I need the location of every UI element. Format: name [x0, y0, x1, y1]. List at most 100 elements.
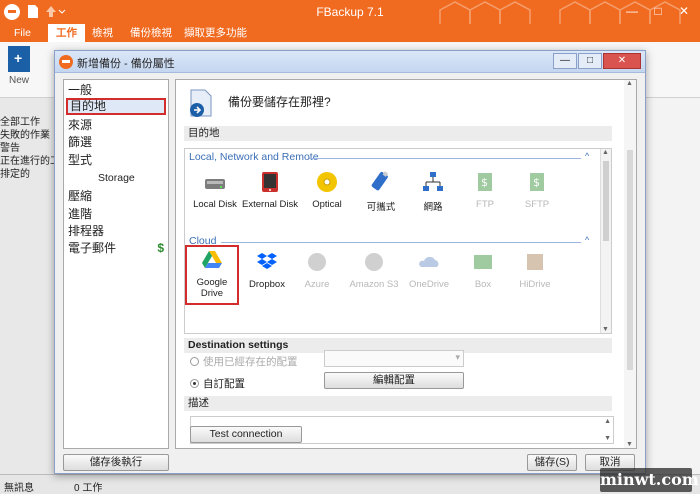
menu-view[interactable]: 檢視 [84, 24, 121, 42]
svg-text:$: $ [481, 176, 488, 189]
radio-label: 使用已經存在的配置 [203, 356, 298, 368]
dest-portable[interactable]: 可攜式 [353, 169, 409, 221]
edit-config-button[interactable]: 編輯配置 [324, 372, 464, 389]
save-button[interactable]: 儲存(S) [527, 454, 577, 471]
dest-label: Dropbox [249, 279, 285, 290]
dest-amazon-s3[interactable]: Amazon S3 [341, 249, 407, 301]
nav-filter[interactable]: 篩選 [68, 134, 166, 151]
azure-icon [308, 253, 326, 271]
google-drive-icon [202, 251, 222, 268]
dest-label: 網路 [423, 202, 443, 213]
dest-local-disk[interactable]: Local Disk [187, 169, 243, 221]
filter-warnings[interactable]: 警告 [0, 142, 54, 155]
nav-advanced[interactable]: 進階 [68, 206, 166, 223]
local-disk-icon [205, 179, 225, 189]
dest-google-drive[interactable]: Google Drive [185, 245, 239, 305]
filter-scheduled[interactable]: 排定的 [0, 168, 54, 181]
optical-disc-icon [317, 172, 337, 192]
collapse-cloud-icon[interactable]: ^ [585, 235, 589, 245]
network-icon [423, 172, 443, 191]
radio-circle-icon [190, 357, 199, 366]
usb-drive-icon [371, 171, 389, 191]
dialog-maximize-button[interactable]: □ [578, 53, 602, 69]
box-icon [474, 255, 492, 269]
radio-custom-config[interactable]: 自訂配置 [190, 376, 245, 391]
dialog-titlebar: 新增備份 - 備份屬性 — □ ✕ [55, 51, 645, 73]
destination-question-icon [190, 89, 212, 117]
scroll-up-icon[interactable]: ▲ [602, 149, 609, 156]
dest-ftp[interactable]: $ FTP [457, 169, 513, 221]
filter-failed-jobs[interactable]: 失敗的作業 [0, 129, 54, 142]
menu-bar: File 工作 檢視 備份檢視 擷取更多功能 [0, 24, 700, 42]
dest-optical[interactable]: Optical [299, 169, 355, 221]
dest-external-disk[interactable]: External Disk [239, 169, 301, 221]
save-and-run-button[interactable]: 儲存後執行 [63, 454, 169, 471]
dialog-window-controls: — □ ✕ [553, 53, 641, 69]
radio-use-existing-config[interactable]: 使用已經存在的配置 [190, 354, 298, 369]
minimize-button[interactable]: — [620, 2, 644, 20]
app-titlebar: FBackup 7.1 — □ ✕ [0, 0, 700, 24]
destination-question: 備份要儲存在那裡? [228, 95, 331, 109]
nav-compression[interactable]: 壓縮 [68, 188, 166, 205]
nav-scheduler[interactable]: 排程器 [68, 223, 166, 240]
existing-config-select[interactable] [324, 350, 464, 367]
scroll-up-icon[interactable]: ▲ [604, 418, 611, 425]
external-disk-icon [262, 172, 278, 192]
scroll-down-icon[interactable]: ▼ [604, 435, 611, 442]
dest-onedrive[interactable]: OneDrive [401, 249, 457, 301]
dest-hidrive[interactable]: HiDrive [507, 249, 563, 301]
dest-label: OneDrive [408, 279, 450, 290]
dialog-minimize-button[interactable]: — [553, 53, 577, 69]
filter-all-jobs[interactable]: 全部工作 [0, 116, 54, 129]
dest-label: External Disk [242, 199, 298, 210]
dialog-close-button[interactable]: ✕ [603, 53, 641, 69]
maximize-button[interactable]: □ [646, 2, 670, 20]
nav-general[interactable]: 一般 [68, 82, 166, 99]
dest-label: Local Disk [193, 199, 237, 210]
new-button-label: New [8, 75, 29, 86]
dest-azure[interactable]: Azure [289, 249, 345, 301]
nav-type[interactable]: 型式 [68, 152, 166, 169]
destination-page: 備份要儲存在那裡? 目的地 Local, Network and Remote … [175, 79, 637, 449]
filter-running-jobs[interactable]: 正在進行的工作 [0, 155, 54, 168]
menu-get-more-features[interactable]: 擷取更多功能 [176, 24, 255, 42]
svg-text:$: $ [533, 176, 540, 189]
menu-jobs[interactable]: 工作 [48, 24, 85, 42]
scroll-down-icon[interactable]: ▼ [626, 441, 633, 448]
close-button[interactable]: ✕ [672, 2, 696, 20]
dest-label: Optical [312, 199, 342, 210]
dest-label: 可攜式 [366, 202, 396, 213]
group-divider [309, 158, 581, 159]
new-backup-button[interactable]: New [4, 46, 34, 92]
content-scrollbar[interactable]: ▲ ▼ [624, 80, 636, 448]
sftp-icon: $ [530, 173, 544, 191]
destination-scrollbar[interactable]: ▲ ▼ [600, 149, 611, 333]
fbackup-logo-icon [59, 55, 73, 69]
dest-dropbox[interactable]: Dropbox [239, 249, 295, 301]
scroll-thumb[interactable] [603, 161, 609, 241]
group-divider [221, 242, 581, 243]
dest-label: FTP [476, 199, 494, 210]
nav-destination[interactable]: 目的地 [66, 98, 166, 115]
radio-circle-icon [190, 379, 199, 388]
dest-box[interactable]: Box [455, 249, 511, 301]
dest-sftp[interactable]: $ SFTP [509, 169, 565, 221]
nav-source[interactable]: 來源 [68, 117, 166, 134]
scroll-down-icon[interactable]: ▼ [602, 326, 609, 333]
menu-backup-view[interactable]: 備份檢視 [122, 24, 180, 42]
scroll-thumb[interactable] [627, 150, 633, 370]
menu-file[interactable]: File [6, 24, 39, 42]
radio-label: 自訂配置 [203, 378, 245, 390]
dialog-title: 新增備份 - 備份屬性 [77, 58, 175, 70]
test-connection-button[interactable]: Test connection [190, 426, 302, 443]
destination-list: Local, Network and Remote ^ Local Disk E… [184, 148, 612, 334]
scroll-up-icon[interactable]: ▲ [626, 80, 633, 87]
dest-network[interactable]: 網路 [405, 169, 461, 221]
hidrive-icon [527, 254, 543, 270]
collapse-local-icon[interactable]: ^ [585, 151, 589, 161]
description-header: 描述 [184, 396, 612, 411]
dest-label: Google Drive [196, 277, 228, 299]
dest-label: Azure [304, 279, 330, 290]
dest-label: Box [474, 279, 492, 290]
nav-email[interactable]: 電子郵件 $ [68, 240, 166, 257]
